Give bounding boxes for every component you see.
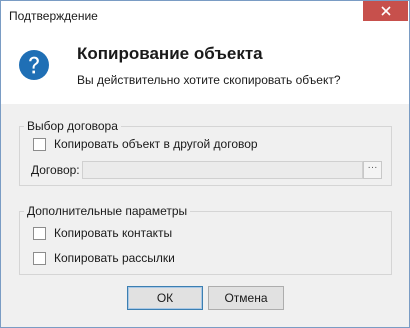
dialog-message: Вы действительно хотите скопировать объе…	[77, 73, 341, 87]
title-bar[interactable]: Подтверждение	[1, 1, 409, 32]
confirmation-dialog: Подтверждение Копирование объекта Вы дей…	[0, 0, 410, 328]
checkbox-label: Копировать контакты	[54, 226, 173, 240]
additional-group-legend: Дополнительные параметры	[24, 204, 191, 218]
contract-field	[82, 161, 363, 179]
close-icon	[380, 6, 391, 16]
checkbox-box[interactable]	[33, 137, 46, 151]
checkbox-box[interactable]	[33, 226, 46, 240]
checkbox-label: Копировать рассылки	[54, 251, 175, 265]
dialog-heading: Копирование объекта	[77, 44, 263, 63]
contract-browse-button[interactable]: ···	[363, 161, 382, 179]
copy-contacts-checkbox[interactable]: Копировать контакты	[33, 225, 172, 241]
dialog-header: Копирование объекта Вы действительно хот…	[1, 32, 409, 104]
window-title: Подтверждение	[9, 9, 98, 23]
checkbox-box[interactable]	[33, 251, 46, 265]
contract-field-label: Договор:	[31, 163, 80, 177]
checkbox-label: Копировать объект в другой договор	[54, 137, 258, 151]
copy-to-other-contract-checkbox[interactable]: Копировать объект в другой договор	[33, 136, 258, 152]
cancel-button[interactable]: Отмена	[208, 286, 284, 310]
copy-mailings-checkbox[interactable]: Копировать рассылки	[33, 250, 175, 266]
contract-group-legend: Выбор договора	[24, 119, 121, 133]
question-icon	[19, 50, 49, 80]
ok-button[interactable]: ОК	[127, 286, 203, 310]
close-button[interactable]	[363, 1, 408, 21]
